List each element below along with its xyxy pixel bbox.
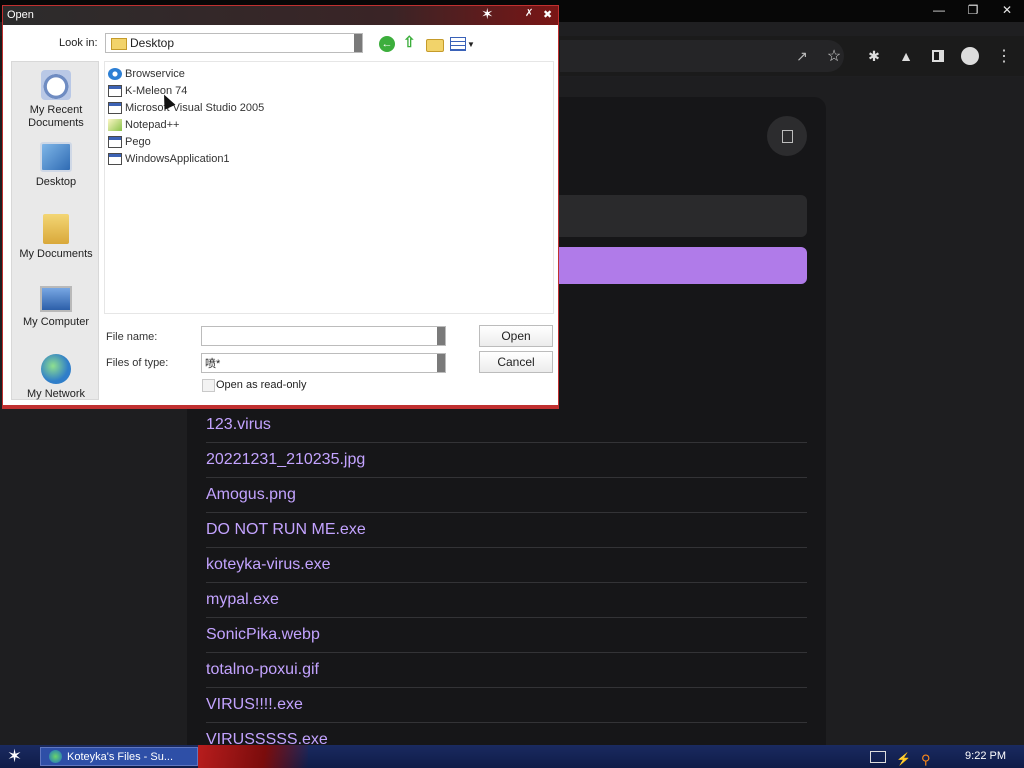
place-label: My Recent Documents [28,104,84,129]
application-icon [108,84,122,97]
look-in-value: Desktop [130,36,175,50]
list-item[interactable]: Browservice [108,65,264,82]
application-icon [108,135,122,148]
back-icon[interactable]: ← [379,36,395,52]
window-controls: — ❐ ✕ [922,0,1024,20]
file-link[interactable]: 20221231_210235.jpg [206,443,807,478]
place-recent-documents[interactable]: My Recent Documents [12,70,100,130]
place-my-documents[interactable]: My Documents [12,214,100,261]
list-item[interactable]: WindowsApplication1 [108,150,264,167]
views-icon[interactable] [450,37,466,51]
file-link[interactable]: DO NOT RUN ME.exe [206,513,807,548]
star-icon: ✶ [481,6,494,23]
look-in-label: Look in: [59,37,98,49]
list-item[interactable]: Notepad++ [108,116,264,133]
application-icon [108,152,122,165]
up-folder-icon[interactable]: ⇧ [403,35,419,52]
close-icon[interactable]: ✖ [543,8,552,21]
keyboard-icon[interactable] [870,750,886,763]
dialog-file-list: Browservice K-Meleon 74 Microsoft Visual… [108,65,264,167]
taskbar: ✶ Koteyka's Files - Su... ⚡ ⚲ 9:22 PM [0,745,1024,768]
place-label: My Network [26,388,86,400]
restore-icon[interactable]: ❐ [956,1,990,19]
place-label: Desktop [35,176,77,188]
sidebar-icon[interactable] [928,46,948,66]
upload-input[interactable] [540,195,807,237]
list-item[interactable]: Microsoft Visual Studio 2005 [108,99,264,116]
my-computer-icon [40,286,72,312]
new-folder-icon[interactable] [426,39,444,52]
file-link[interactable]: VIRUS!!!!.exe [206,688,807,723]
read-only-label: Open as read-only [216,379,307,391]
my-documents-icon [43,214,69,244]
folder-icon [111,38,127,50]
place-my-computer[interactable]: My Computer [12,286,100,329]
notepad-icon [108,118,122,131]
help-icon[interactable]: ✗ [525,8,533,19]
place-label: My Documents [19,248,93,260]
dialog-title: Open [7,9,34,21]
file-label: Pego [125,135,151,148]
network-icon[interactable]: ⚡ [896,752,911,766]
place-label: My Computer [22,316,90,328]
clock: 9:22 PM [965,750,1006,762]
file-label: Notepad++ [125,118,180,131]
extensions-icon[interactable]: ✱ [864,46,884,66]
file-label: K-Meleon 74 [125,84,188,97]
profile-icon[interactable] [960,46,980,66]
file-name-label: File name: [106,331,158,343]
file-link[interactable]: 123.virus [206,408,807,443]
theme-toggle-button[interactable] [767,116,807,156]
chevron-down-icon[interactable]: ▼ [467,40,475,49]
file-link[interactable]: mypal.exe [206,583,807,618]
file-link[interactable]: SonicPika.webp [206,618,807,653]
square-icon [781,129,793,143]
upload-button[interactable] [540,247,807,284]
files-of-type-select[interactable]: 喷* [201,353,446,373]
share-icon[interactable]: ↗ [792,46,812,66]
file-label: WindowsApplication1 [125,152,230,165]
browser-icon [49,750,62,763]
open-button[interactable]: Open [479,325,553,347]
files-of-type-label: Files of type: [106,357,169,369]
file-link[interactable]: koteyka-virus.exe [206,548,807,583]
menu-icon[interactable]: ⋮ [994,46,1014,66]
close-icon[interactable]: ✕ [990,1,1024,19]
system-tray: ⚡ ⚲ [870,745,940,768]
desktop-icon [40,142,72,172]
search-icon[interactable]: ⚲ [921,752,931,767]
dropdown-arrow-icon[interactable] [354,34,362,52]
start-icon[interactable]: ✶ [7,747,22,765]
application-icon [108,101,122,114]
dropdown-arrow-icon[interactable] [437,327,445,345]
file-link[interactable]: Amogus.png [206,478,807,513]
open-dialog: Open ✶ ✗ ✖ Look in: Desktop ← ⇧ ▼ My Rec… [2,5,559,409]
recent-documents-icon [41,70,71,100]
my-network-icon [41,354,71,384]
taskbar-item-label: Koteyka's Files - Su... [67,750,174,763]
taskbar-decoration [198,745,308,768]
minimize-icon[interactable]: — [922,1,956,19]
file-list: 123.virus 20221231_210235.jpg Amogus.png… [206,408,807,758]
file-label: Browservice [125,67,185,80]
file-name-input[interactable] [201,326,446,346]
star-icon[interactable]: ☆ [824,46,844,66]
dialog-border [3,405,558,408]
taskbar-item-browser[interactable]: Koteyka's Files - Su... [40,747,198,766]
dialog-title-bar[interactable]: Open ✶ ✗ ✖ [3,6,558,25]
look-in-select[interactable]: Desktop [105,33,363,53]
place-desktop[interactable]: Desktop [12,142,100,189]
file-label: Microsoft Visual Studio 2005 [125,101,265,114]
labs-icon[interactable]: ▲ [896,46,916,66]
browser-icon [108,67,122,80]
list-item[interactable]: K-Meleon 74 [108,82,264,99]
file-link[interactable]: totalno-poxui.gif [206,653,807,688]
list-item[interactable]: Pego [108,133,264,150]
dropdown-arrow-icon[interactable] [437,354,445,372]
read-only-checkbox[interactable] [202,379,215,392]
files-of-type-value: 喷* [205,358,221,370]
place-my-network[interactable]: My Network [12,354,100,401]
places-bar: My Recent Documents Desktop My Documents… [11,61,99,400]
cancel-button[interactable]: Cancel [479,351,553,373]
